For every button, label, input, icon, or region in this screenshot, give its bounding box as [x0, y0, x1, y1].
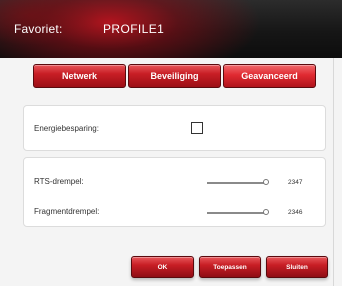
ok-button[interactable]: OK — [131, 256, 194, 278]
panel-edge — [333, 58, 334, 286]
favorite-label: Favoriet: — [14, 22, 63, 36]
rts-threshold-slider-thumb[interactable] — [263, 179, 269, 185]
tab-netwerk[interactable]: Netwerk — [33, 64, 126, 88]
power-saving-section: Energiebesparing: — [23, 105, 326, 151]
rts-threshold-label: RTS-drempel: — [34, 177, 84, 186]
rts-threshold-slider[interactable] — [207, 182, 267, 184]
profile-name: PROFILE1 — [103, 22, 165, 36]
title-bar: Favoriet: PROFILE1 — [0, 0, 342, 58]
fragment-threshold-label: Fragmentdrempel: — [34, 207, 100, 216]
tab-beveiliging[interactable]: Beveiliging — [128, 64, 221, 88]
tab-geavanceerd[interactable]: Geavanceerd — [223, 64, 316, 88]
fragment-threshold-value: 2346 — [288, 209, 303, 216]
close-button[interactable]: Sluiten — [266, 256, 328, 278]
rts-threshold-value: 2347 — [288, 179, 303, 186]
tab-bar: Netwerk Beveiliging Geavanceerd — [33, 64, 316, 88]
power-saving-label: Energiebesparing: — [34, 124, 99, 133]
power-saving-checkbox[interactable] — [191, 122, 203, 134]
fragment-threshold-slider[interactable] — [207, 212, 267, 214]
threshold-section: RTS-drempel: 2347 Fragmentdrempel: 2346 — [23, 157, 326, 227]
fragment-threshold-slider-thumb[interactable] — [263, 209, 269, 215]
apply-button[interactable]: Toepassen — [199, 256, 261, 278]
